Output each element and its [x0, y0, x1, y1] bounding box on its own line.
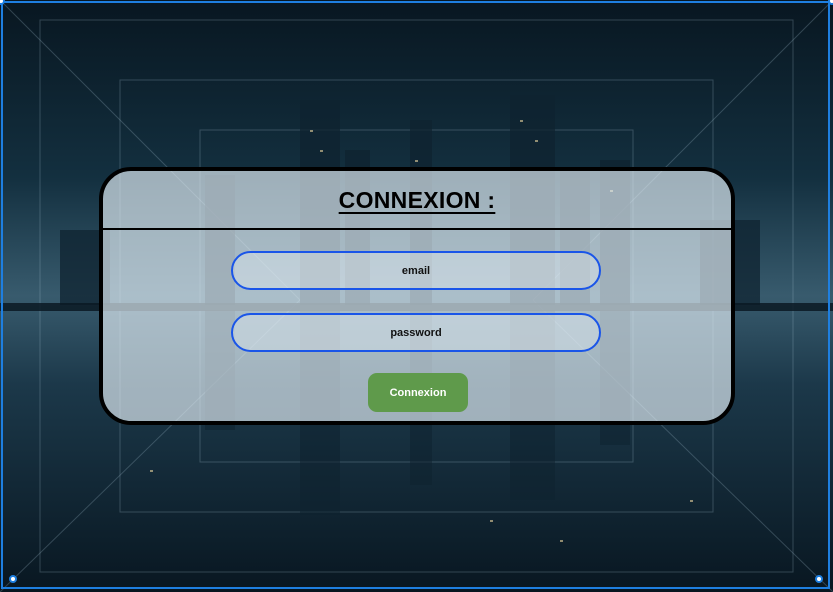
- connexion-button[interactable]: Connexion: [368, 373, 468, 412]
- login-title: CONNEXION :: [338, 187, 496, 213]
- title-divider: [103, 228, 731, 230]
- top-right-resize-handle[interactable]: [828, 0, 833, 5]
- email-placeholder: email: [401, 264, 431, 277]
- bottom-left-resize-handle[interactable]: [9, 575, 17, 583]
- connexion-button-label: Connexion: [389, 386, 447, 399]
- email-field[interactable]: email: [231, 251, 601, 290]
- bottom-right-resize-handle[interactable]: [815, 575, 823, 583]
- login-card: CONNEXION : email password Connexion: [99, 167, 735, 425]
- password-field[interactable]: password: [231, 313, 601, 352]
- password-placeholder: password: [390, 326, 442, 339]
